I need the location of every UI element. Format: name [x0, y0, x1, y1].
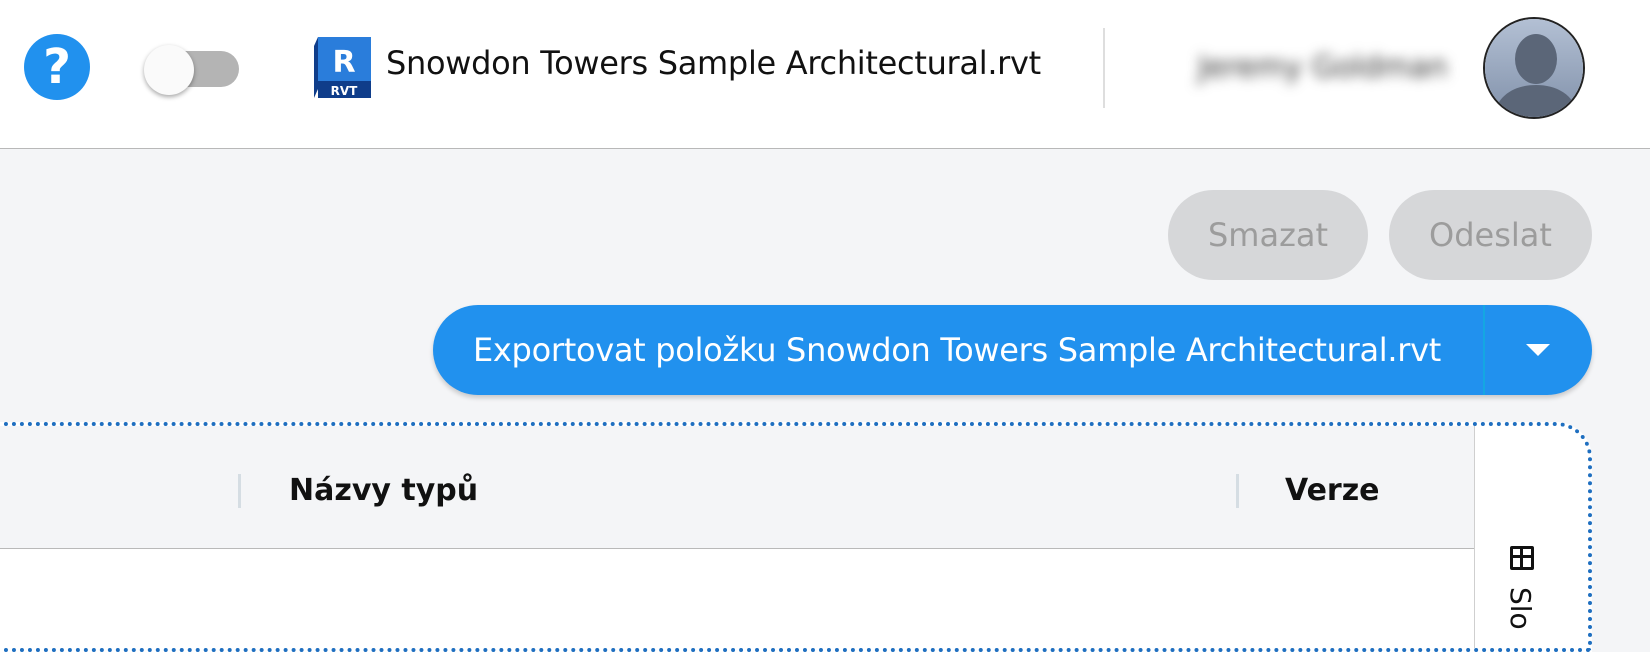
- columns-icon: [1510, 546, 1534, 570]
- send-button[interactable]: Odeslat: [1389, 190, 1592, 280]
- data-table: Názvy typů Verze Slo: [0, 422, 1592, 652]
- toggle-knob: [144, 45, 194, 95]
- columns-side-panel-tab[interactable]: Slo: [1474, 426, 1588, 648]
- toggle-switch[interactable]: [144, 45, 239, 95]
- user-name: Jeremy Goldman: [1198, 50, 1448, 85]
- header-divider: [1103, 28, 1105, 108]
- side-panel-label: Slo: [1504, 587, 1537, 630]
- file-title: Snowdon Towers Sample Architectural.rvt: [386, 44, 1041, 82]
- user-silhouette-icon: [1485, 19, 1583, 117]
- top-bar: ? R RVT Snowdon Towers Sample Architectu…: [0, 0, 1650, 149]
- column-resize-handle[interactable]: [238, 474, 241, 508]
- table-header: Názvy typů Verze: [0, 426, 1488, 549]
- revit-file-icon: R RVT: [314, 37, 371, 98]
- avatar[interactable]: [1483, 17, 1585, 119]
- column-header-version[interactable]: Verze: [1285, 473, 1380, 508]
- help-icon[interactable]: ?: [24, 34, 90, 100]
- column-header-type-names[interactable]: Názvy typů: [289, 473, 478, 508]
- delete-button[interactable]: Smazat: [1168, 190, 1368, 280]
- revit-icon-letter: R: [332, 45, 355, 80]
- export-split-button: Exportovat položku Snowdon Towers Sample…: [433, 305, 1592, 395]
- column-resize-handle[interactable]: [1236, 474, 1239, 508]
- revit-icon-ext: RVT: [331, 84, 359, 98]
- export-dropdown-button[interactable]: [1485, 305, 1592, 395]
- chevron-down-icon: [1526, 344, 1550, 356]
- export-button[interactable]: Exportovat položku Snowdon Towers Sample…: [433, 305, 1483, 395]
